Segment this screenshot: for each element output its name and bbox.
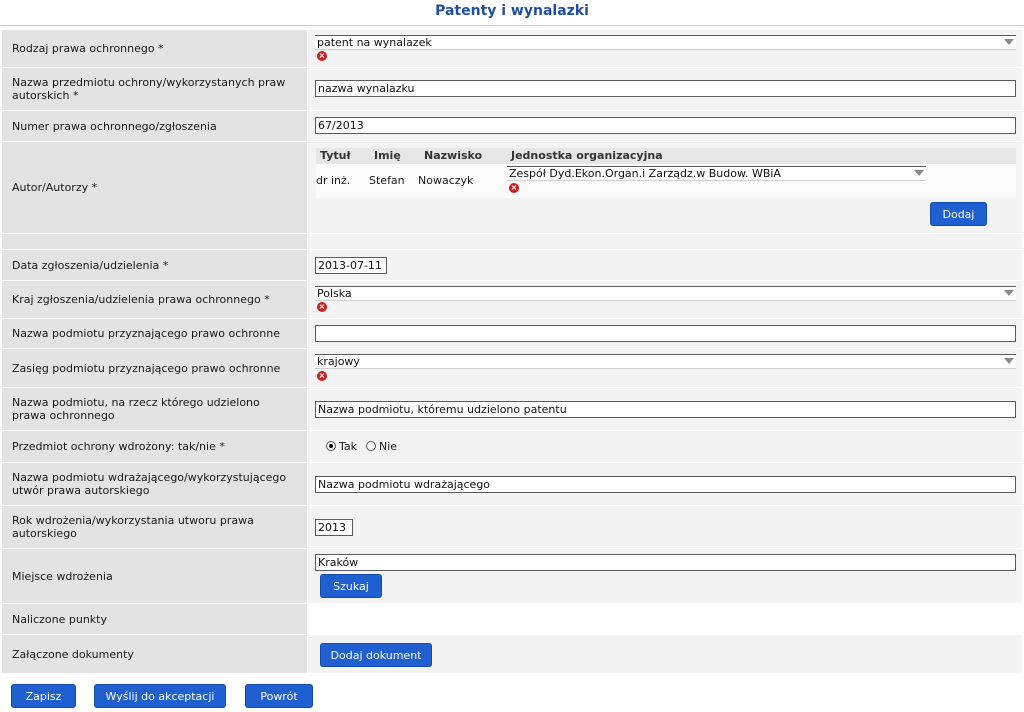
row-zasieg: Zasięg podmiotu przyznającego prawo ochr… <box>2 349 1022 387</box>
radio-nie-label: Nie <box>379 440 398 453</box>
chevron-down-icon <box>914 170 924 176</box>
column-header: Jednostka organizacyjna <box>511 149 663 162</box>
nazwa-przedmiotu-input[interactable]: nazwa wynalazku <box>315 80 1016 97</box>
jednostka-select[interactable]: Zespół Dyd.Ekon.Organ.i Zarządz.w Budow.… <box>507 166 926 181</box>
action-bar: Zapisz Wyślij do akceptacji Powrót <box>0 676 1024 712</box>
data-input[interactable]: 2013-07-11 <box>315 257 387 274</box>
row-wdrozony: Przedmiot ochrony wdrożony: tak/nie * Ta… <box>2 431 1022 462</box>
row-kraj: Kraj zgłoszenia/udzielenia prawa ochronn… <box>2 281 1022 318</box>
label-kraj: Kraj zgłoszenia/udzielenia prawa ochronn… <box>2 281 307 318</box>
clear-icon[interactable]: × <box>509 183 519 193</box>
label-podmiot-wdrazajacy: Nazwa podmiotu wdrażającego/wykorzystują… <box>2 463 307 505</box>
send-for-acceptance-button[interactable]: Wyślij do akceptacji <box>94 684 226 708</box>
chevron-down-icon <box>1004 39 1014 45</box>
add-author-button[interactable]: Dodaj <box>930 202 987 226</box>
row-miejsce: Miejsce wdrożenia Kraków Szukaj <box>2 549 1022 603</box>
row-podmiot-przyznajacy: Nazwa podmiotu przyznającego prawo ochro… <box>2 319 1022 348</box>
row-punkty: Naliczone punkty <box>2 604 1022 634</box>
save-button[interactable]: Zapisz <box>11 684 76 708</box>
clear-icon[interactable]: × <box>317 371 327 381</box>
label-podmiot-przyznajacy: Nazwa podmiotu przyznającego prawo ochro… <box>2 319 307 348</box>
add-document-button[interactable]: Dodaj dokument <box>320 643 432 667</box>
miejsce-input[interactable]: Kraków <box>315 554 1016 571</box>
zasieg-select[interactable]: krajowy <box>315 354 1016 369</box>
label-zasieg: Zasięg podmiotu przyznającego prawo ochr… <box>2 349 307 387</box>
row-rok: Rok wdrożenia/wykorzystania utworu prawa… <box>2 506 1022 548</box>
row-spacer <box>2 234 1022 249</box>
radio-tak[interactable] <box>326 441 336 451</box>
page-title: Patenty i wynalazki <box>0 0 1024 26</box>
row-podmiot-udzielono: Nazwa podmiotu, na rzecz którego udzielo… <box>2 388 1022 430</box>
authors-table: Tytuł Imię Nazwisko Jednostka organizacy… <box>316 148 1016 198</box>
row-autorzy: Autor/Autorzy * Tytuł Imię Nazwisko Jedn… <box>2 142 1022 233</box>
author-nazwisko: Nowaczyk <box>418 174 474 187</box>
row-numer: Numer prawa ochronnego/zgłoszenia 67/201… <box>2 111 1022 141</box>
author-tytul: dr inż. <box>316 174 351 187</box>
radio-nie[interactable] <box>366 441 376 451</box>
rodzaj-select[interactable]: patent na wynalazek <box>315 35 1016 50</box>
rok-input[interactable]: 2013 <box>315 519 353 536</box>
numer-input[interactable]: 67/2013 <box>315 117 1016 134</box>
row-nazwa-przedmiotu: Nazwa przedmiotu ochrony/wykorzystanych … <box>2 68 1022 110</box>
label-data: Data zgłoszenia/udzielenia * <box>2 250 307 280</box>
clear-icon[interactable]: × <box>317 302 327 312</box>
authors-table-header: Tytuł Imię Nazwisko Jednostka organizacy… <box>316 148 1016 164</box>
kraj-select[interactable]: Polska <box>315 286 1016 301</box>
label-rodzaj: Rodzaj prawa ochronnego * <box>2 30 307 67</box>
clear-icon[interactable]: × <box>317 51 327 61</box>
author-imie: Stefan <box>369 174 405 187</box>
chevron-down-icon <box>1004 290 1014 296</box>
podmiot-wdrazajacy-input[interactable]: Nazwa podmiotu wdrażającego <box>315 476 1016 493</box>
label-numer: Numer prawa ochronnego/zgłoszenia <box>2 111 307 141</box>
search-button[interactable]: Szukaj <box>320 574 382 598</box>
label-wdrozony: Przedmiot ochrony wdrożony: tak/nie * <box>2 431 307 462</box>
row-data: Data zgłoszenia/udzielenia * 2013-07-11 <box>2 250 1022 280</box>
label-punkty: Naliczone punkty <box>2 604 307 634</box>
column-header: Nazwisko <box>424 149 483 162</box>
radio-tak-label: Tak <box>339 440 358 453</box>
row-dokumenty: Załączone dokumenty Dodaj dokument <box>2 635 1022 673</box>
label-autorzy: Autor/Autorzy * <box>2 142 307 233</box>
label-dokumenty: Załączone dokumenty <box>2 635 307 673</box>
column-header: Imię <box>374 149 401 162</box>
podmiot-przyznajacy-input[interactable] <box>315 325 1016 342</box>
back-button[interactable]: Powrót <box>245 684 313 708</box>
row-rodzaj: Rodzaj prawa ochronnego * patent na wyna… <box>2 30 1022 67</box>
row-podmiot-wdrazajacy: Nazwa podmiotu wdrażającego/wykorzystują… <box>2 463 1022 505</box>
podmiot-udzielono-input[interactable]: Nazwa podmiotu, któremu udzielono patent… <box>315 401 1016 418</box>
table-row: dr inż. Stefan Nowaczyk Zespół Dyd.Ekon.… <box>316 164 1016 198</box>
label-podmiot-udzielono: Nazwa podmiotu, na rzecz którego udzielo… <box>2 388 307 430</box>
label-rok: Rok wdrożenia/wykorzystania utworu prawa… <box>2 506 307 548</box>
label-miejsce: Miejsce wdrożenia <box>2 549 307 603</box>
label-nazwa-przedmiotu: Nazwa przedmiotu ochrony/wykorzystanych … <box>2 68 307 110</box>
column-header: Tytuł <box>320 149 351 162</box>
chevron-down-icon <box>1004 358 1014 364</box>
